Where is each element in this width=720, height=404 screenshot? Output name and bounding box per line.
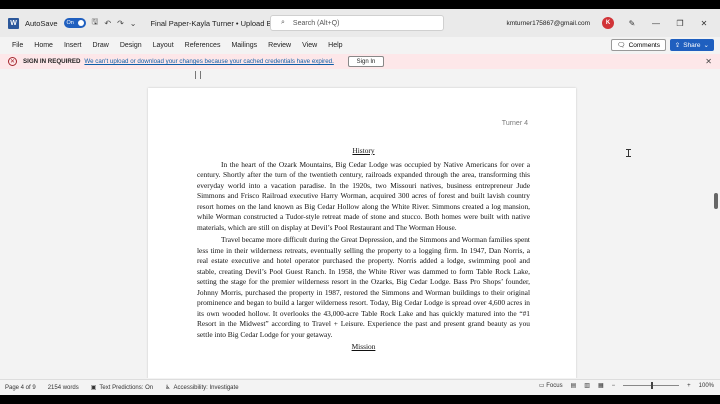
read-mode-icon[interactable]: ▤ <box>571 382 577 389</box>
text-predictions-icon: ▣ <box>90 385 97 391</box>
tab-layout[interactable]: Layout <box>153 42 174 49</box>
redo-icon[interactable]: ↷ <box>117 19 124 28</box>
document-page[interactable]: Turner 4 History In the heart of the Oza… <box>148 88 576 378</box>
ruler <box>148 71 576 79</box>
close-button[interactable]: ✕ <box>698 19 710 28</box>
paragraph: Travel became more difficult during the … <box>197 235 530 339</box>
tab-help[interactable]: Help <box>328 42 342 49</box>
vertical-scrollbar[interactable] <box>712 80 720 378</box>
search-box[interactable]: ⌕ Search (Alt+Q) <box>270 15 444 31</box>
page-count[interactable]: Page 4 of 9 <box>5 385 36 391</box>
warning-title: SIGN IN REQUIRED <box>23 58 81 65</box>
accessibility-icon: ♿ <box>165 385 171 391</box>
comment-icon: 🗨 <box>617 42 626 49</box>
undo-icon[interactable]: ↶ <box>104 19 111 28</box>
word-logo-icon: W <box>8 17 19 29</box>
zoom-slider[interactable] <box>623 382 680 389</box>
zoom-level[interactable]: 100% <box>699 383 714 389</box>
customize-toolbar-icon[interactable]: ⌄ <box>130 19 137 28</box>
focus-label: Focus <box>546 383 563 389</box>
pen-icon[interactable]: ✎ <box>626 19 638 28</box>
minimize-button[interactable]: — <box>650 19 662 28</box>
comments-label: Comments <box>628 41 660 49</box>
autosave-label: AutoSave <box>25 18 58 28</box>
comments-button[interactable]: 🗨 Comments <box>611 39 666 51</box>
text-predictions-label: Text Predictions: On <box>99 384 154 391</box>
zoom-out-icon[interactable]: − <box>612 383 616 389</box>
zoom-in-icon[interactable]: + <box>687 383 691 389</box>
sign-in-warning-bar: ✕ SIGN IN REQUIRED We can't upload or do… <box>0 54 720 69</box>
tab-design[interactable]: Design <box>120 42 142 49</box>
word-window: W AutoSave On 🖫 ↶ ↷ ⌄ Final Paper-Kayla … <box>0 9 720 395</box>
tab-file[interactable]: File <box>12 42 23 49</box>
page-header: Turner 4 <box>501 120 528 127</box>
tab-view[interactable]: View <box>302 42 317 49</box>
status-bar: Page 4 of 9 2154 words ▣ Text Prediction… <box>0 379 720 395</box>
share-label: Share <box>683 41 701 49</box>
restore-button[interactable]: ❐ <box>674 19 686 28</box>
tab-mailings[interactable]: Mailings <box>231 42 257 49</box>
section-heading-history: History <box>352 146 375 155</box>
word-count[interactable]: 2154 words <box>48 385 79 391</box>
scrollbar-thumb[interactable] <box>714 193 718 209</box>
print-layout-icon[interactable]: ▥ <box>584 382 590 389</box>
text-cursor <box>626 149 631 157</box>
zoom-slider-thumb[interactable] <box>651 382 654 389</box>
tab-references[interactable]: References <box>185 42 221 49</box>
save-icon[interactable]: 🖫 <box>92 16 99 30</box>
section-heading-mission: Mission <box>351 342 376 351</box>
indent-marker[interactable] <box>195 71 201 79</box>
focus-button[interactable]: ▭ Focus <box>539 382 563 389</box>
search-placeholder: Search (Alt+Q) <box>292 19 340 27</box>
accessibility-label: Accessibility: Investigate <box>173 384 239 391</box>
document-body[interactable]: History In the heart of the Ozark Mounta… <box>197 146 530 353</box>
avatar[interactable]: K <box>602 17 614 29</box>
chevron-down-icon: ⌄ <box>703 42 709 49</box>
tab-insert[interactable]: Insert <box>64 42 82 49</box>
title-bar: W AutoSave On 🖫 ↶ ↷ ⌄ Final Paper-Kayla … <box>0 9 720 37</box>
search-icon: ⌕ <box>281 19 285 26</box>
share-icon: ⇪ <box>674 42 681 49</box>
close-icon[interactable]: ✕ <box>705 57 712 66</box>
sign-in-button[interactable]: Sign In <box>348 56 384 67</box>
user-email: kmturner175867@gmail.com <box>506 19 590 27</box>
error-icon: ✕ <box>8 57 17 66</box>
web-layout-icon[interactable]: ▦ <box>598 382 604 389</box>
tab-home[interactable]: Home <box>34 42 53 49</box>
accessibility-checker[interactable]: ♿ Accessibility: Investigate <box>165 384 239 392</box>
autosave-state: On <box>66 20 74 26</box>
document-area[interactable]: Turner 4 History In the heart of the Oza… <box>0 80 712 378</box>
tab-review[interactable]: Review <box>268 42 291 49</box>
paragraph: In the heart of the Ozark Mountains, Big… <box>197 159 530 232</box>
text-predictions[interactable]: ▣ Text Predictions: On <box>90 384 154 392</box>
autosave-toggle[interactable]: On <box>63 18 86 28</box>
share-button[interactable]: ⇪ Share ⌄ <box>669 39 714 51</box>
tab-draw[interactable]: Draw <box>92 42 108 49</box>
warning-message[interactable]: We can't upload or download your changes… <box>84 58 333 65</box>
